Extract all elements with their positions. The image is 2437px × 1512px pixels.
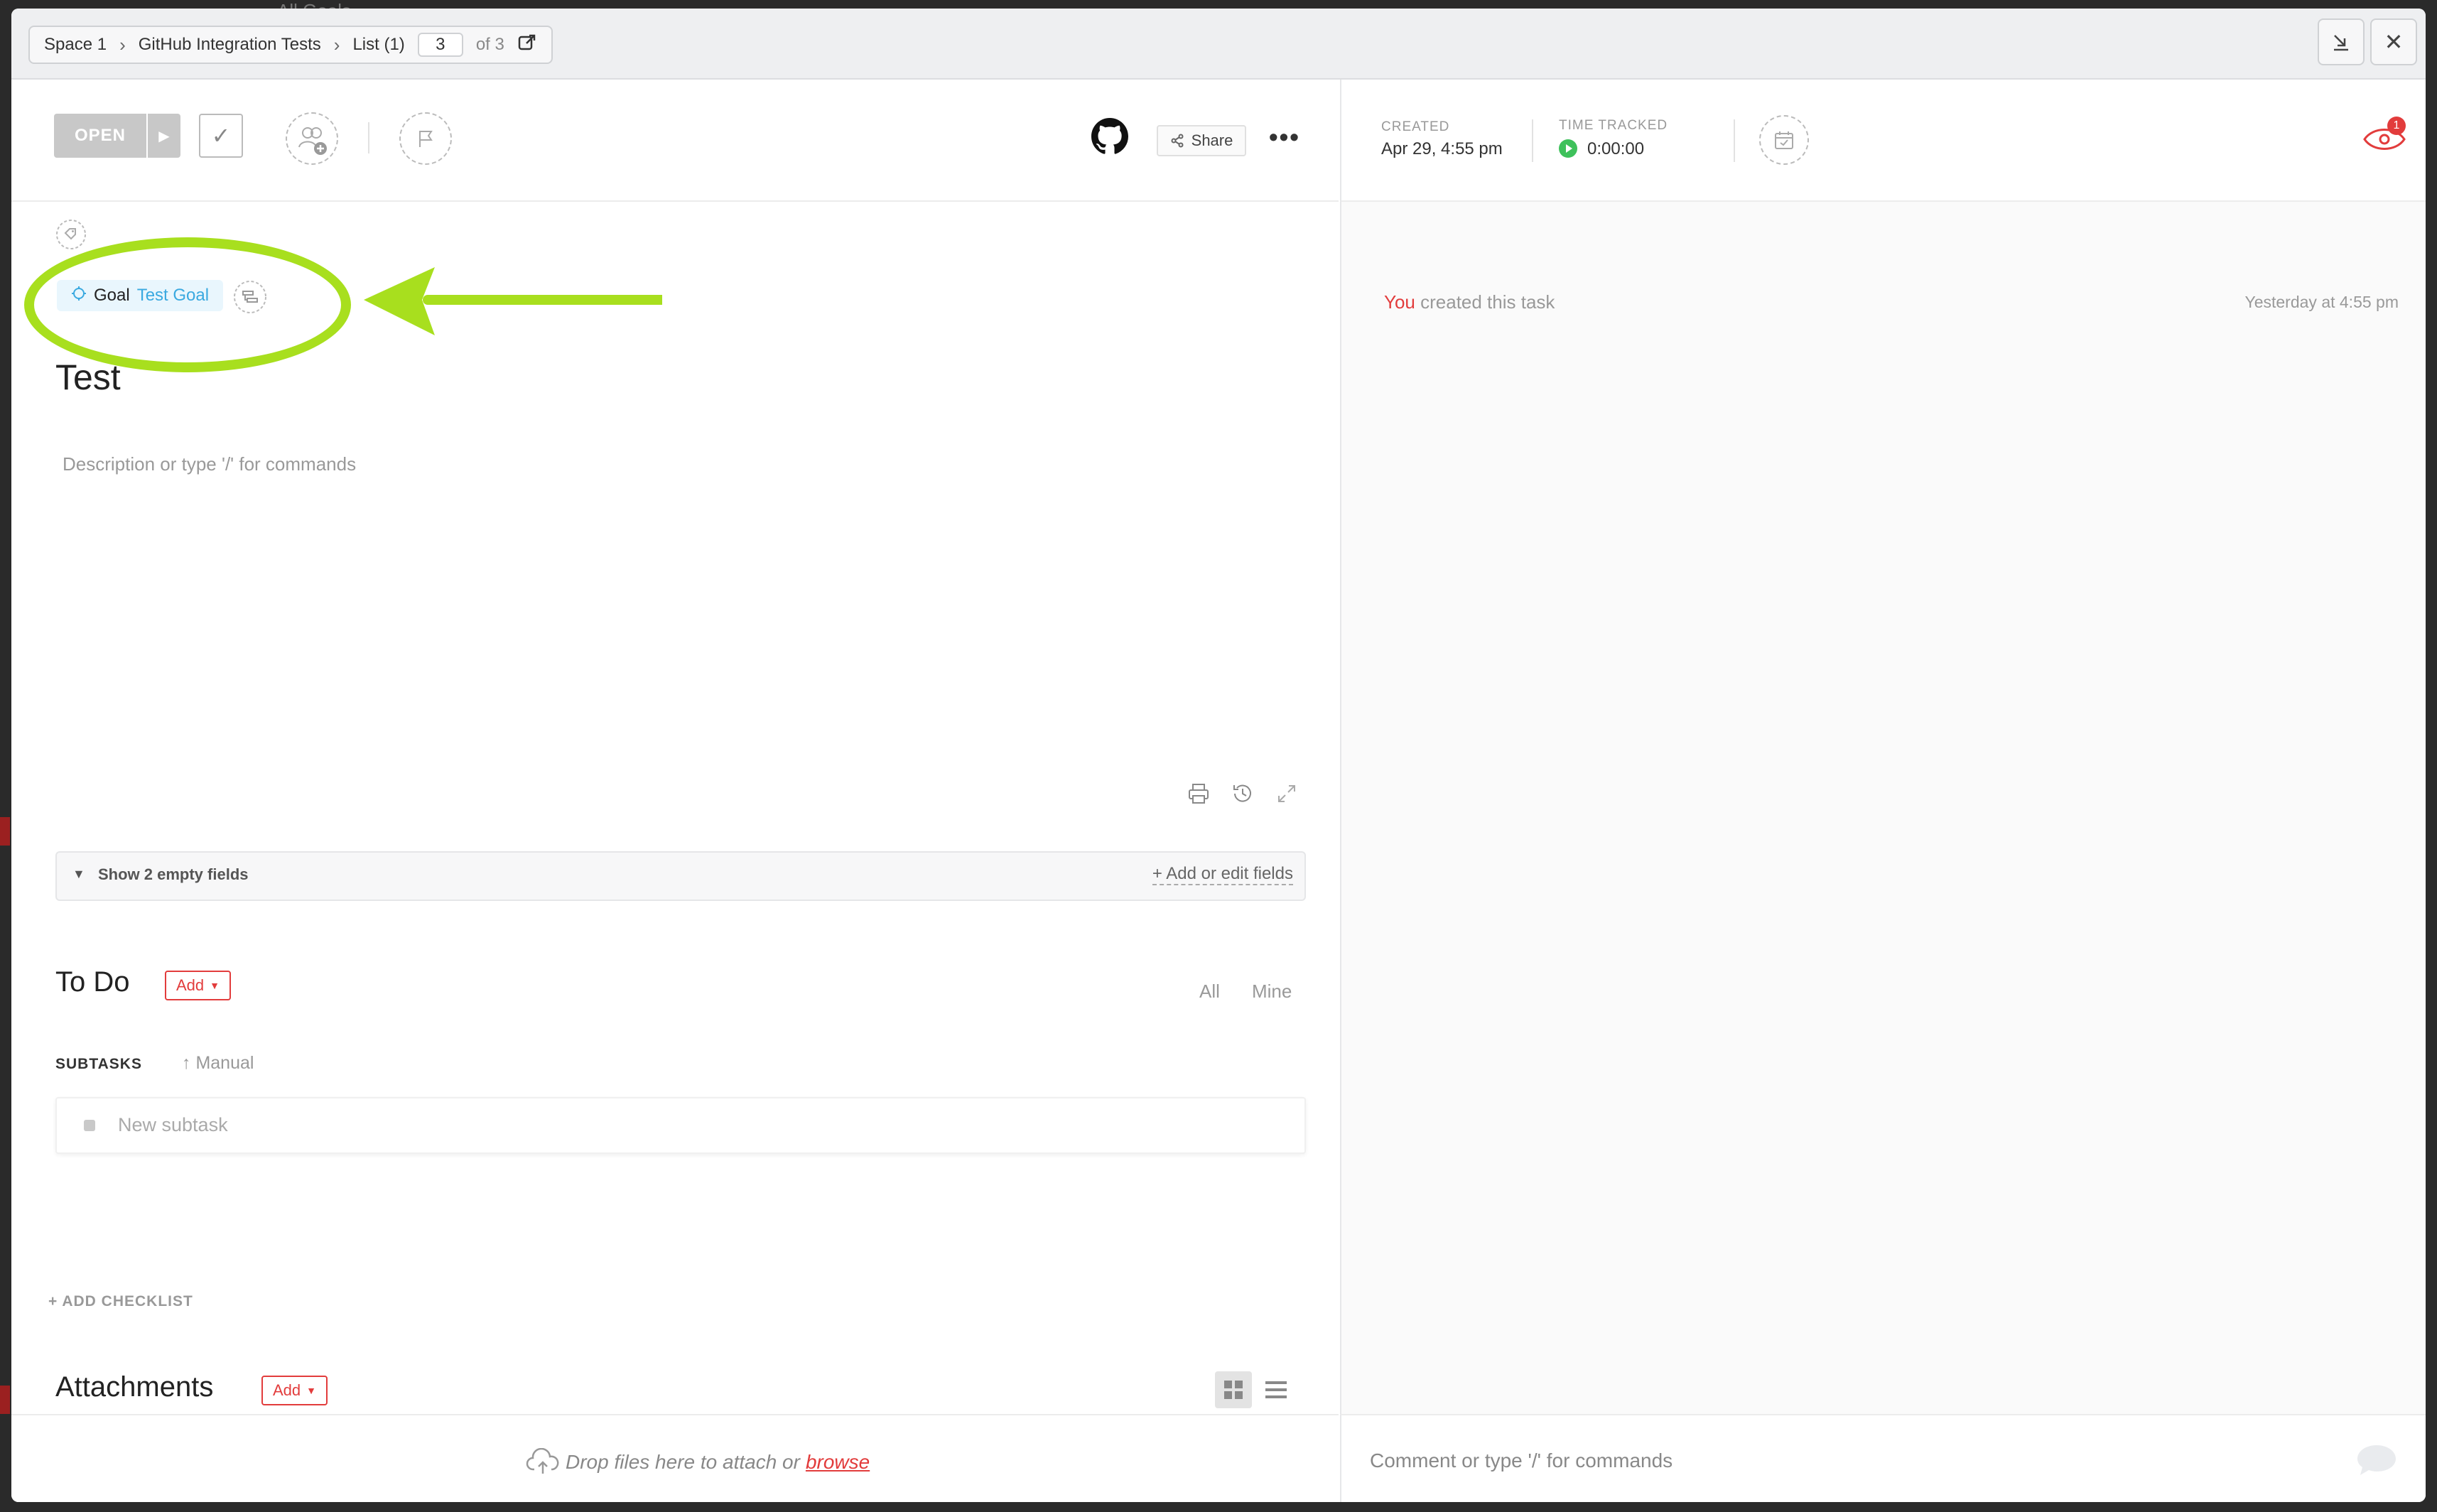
close-icon: ✕ bbox=[2384, 29, 2404, 55]
time-tracked-label: TIME TRACKED bbox=[1559, 118, 1668, 133]
flag-icon bbox=[419, 131, 433, 147]
task-index-total: of 3 bbox=[475, 35, 504, 54]
due-date-button[interactable] bbox=[1759, 115, 1809, 165]
assignee-button[interactable] bbox=[286, 112, 338, 165]
tag-icon[interactable] bbox=[55, 219, 87, 250]
attachments-add-label: Add bbox=[273, 1381, 301, 1399]
complete-checkbox[interactable]: ✓ bbox=[199, 114, 243, 158]
subtasks-label: SUBTASKS bbox=[55, 1056, 142, 1072]
close-button[interactable]: ✕ bbox=[2370, 18, 2417, 65]
grid-view-button[interactable] bbox=[1215, 1371, 1252, 1408]
attachments-title: Attachments bbox=[55, 1371, 214, 1403]
activity-pane: CREATED Apr 29, 4:55 pm TIME TRACKED 0:0… bbox=[1340, 80, 2426, 1414]
task-main-pane: OPEN ▶ ✓ Share ••• Goal Test Goal Test D… bbox=[11, 80, 1339, 1414]
divider bbox=[1734, 119, 1735, 162]
add-checklist-button[interactable]: + ADD CHECKLIST bbox=[48, 1293, 193, 1310]
todo-add-button[interactable]: Add ▼ bbox=[165, 971, 232, 1000]
sort-manual[interactable]: ↑ Manual bbox=[182, 1053, 254, 1074]
background-accent bbox=[0, 1386, 10, 1414]
drop-files-label: Drop files here to attach or bbox=[566, 1451, 800, 1473]
share-icon bbox=[1171, 134, 1184, 148]
list-view-button[interactable] bbox=[1260, 1374, 1292, 1405]
grid-icon bbox=[1224, 1381, 1243, 1399]
play-timer-icon[interactable] bbox=[1559, 139, 1577, 158]
task-modal: Space 1 › GitHub Integration Tests › Lis… bbox=[11, 9, 2426, 1502]
created-label: CREATED bbox=[1381, 119, 1450, 134]
breadcrumb-list[interactable]: List (1) bbox=[352, 35, 404, 55]
github-icon[interactable] bbox=[1091, 118, 1128, 155]
arrow-up-icon: ↑ bbox=[182, 1053, 191, 1073]
new-subtask-placeholder: New subtask bbox=[118, 1114, 228, 1135]
breadcrumb-space[interactable]: Space 1 bbox=[44, 35, 107, 55]
chevron-right-icon: › bbox=[333, 33, 340, 55]
empty-fields-toggle[interactable]: ▼ Show 2 empty fields + Add or edit fiel… bbox=[55, 851, 1306, 901]
comment-box: Comment or type '/' for commands bbox=[1340, 1414, 2426, 1502]
meta-header: CREATED Apr 29, 4:55 pm TIME TRACKED 0:0… bbox=[1341, 80, 2426, 202]
status-next-button[interactable]: ▶ bbox=[148, 114, 180, 158]
status-button[interactable]: OPEN bbox=[54, 114, 146, 158]
share-label: Share bbox=[1191, 131, 1233, 149]
cloud-upload-icon bbox=[526, 1448, 559, 1474]
activity-item: You created this task bbox=[1384, 291, 1555, 313]
attachment-dropzone[interactable]: Drop files here to attach or browse bbox=[11, 1414, 1339, 1502]
divider bbox=[368, 122, 369, 153]
priority-button[interactable] bbox=[399, 112, 452, 165]
description-editor[interactable]: Description or type '/' for commands bbox=[63, 453, 356, 475]
activity-text: created this task bbox=[1420, 291, 1555, 313]
filter-all[interactable]: All bbox=[1199, 981, 1220, 1003]
print-icon[interactable] bbox=[1187, 782, 1211, 806]
todo-title: To Do bbox=[55, 966, 130, 998]
caret-right-icon: ▶ bbox=[158, 128, 170, 144]
annotation-highlight-ellipse bbox=[24, 237, 351, 372]
check-icon: ✓ bbox=[211, 123, 231, 148]
status-square-icon bbox=[84, 1120, 95, 1131]
expand-icon[interactable] bbox=[1275, 782, 1299, 806]
caret-down-icon: ▼ bbox=[72, 867, 85, 881]
description-tools bbox=[1187, 782, 1299, 806]
empty-fields-label: Show 2 empty fields bbox=[98, 865, 249, 883]
breadcrumb-folder[interactable]: GitHub Integration Tests bbox=[139, 35, 321, 55]
add-edit-fields-link[interactable]: + Add or edit fields bbox=[1152, 864, 1293, 885]
share-button[interactable]: Share bbox=[1157, 125, 1246, 156]
history-icon[interactable] bbox=[1231, 782, 1255, 806]
more-options-button[interactable]: ••• bbox=[1269, 122, 1300, 152]
ellipsis-icon: ••• bbox=[1269, 122, 1300, 151]
activity-actor[interactable]: You bbox=[1384, 291, 1415, 313]
todo-add-label: Add bbox=[176, 976, 205, 994]
created-value: Apr 29, 4:55 pm bbox=[1381, 139, 1503, 158]
activity-timestamp: Yesterday at 4:55 pm bbox=[2244, 293, 2399, 311]
attachments-add-button[interactable]: Add ▼ bbox=[261, 1376, 328, 1405]
time-tracked-value: 0:00:00 bbox=[1587, 139, 1645, 158]
calendar-icon bbox=[1775, 131, 1793, 149]
modal-topbar: Space 1 › GitHub Integration Tests › Lis… bbox=[11, 9, 2426, 80]
browse-link[interactable]: browse bbox=[806, 1451, 870, 1474]
task-index-input[interactable]: 3 bbox=[417, 33, 463, 57]
caret-down-icon: ▼ bbox=[306, 1385, 317, 1396]
watchers-count-badge: 1 bbox=[2387, 117, 2406, 135]
chat-bubble-icon[interactable] bbox=[2355, 1442, 2399, 1478]
breadcrumb: Space 1 › GitHub Integration Tests › Lis… bbox=[28, 26, 553, 64]
minimize-icon bbox=[2334, 35, 2348, 51]
task-header-toolbar: OPEN ▶ ✓ Share ••• bbox=[11, 80, 1339, 202]
open-in-new-icon[interactable] bbox=[517, 33, 537, 58]
caret-down-icon: ▼ bbox=[210, 980, 220, 991]
divider bbox=[1532, 119, 1533, 162]
sort-label: Manual bbox=[195, 1053, 254, 1073]
task-title[interactable]: Test bbox=[55, 357, 121, 398]
add-assignee-icon bbox=[298, 127, 327, 155]
new-subtask-input[interactable]: New subtask bbox=[55, 1097, 1306, 1154]
minimize-button[interactable] bbox=[2318, 18, 2365, 65]
background-accent bbox=[0, 817, 10, 846]
filter-mine[interactable]: Mine bbox=[1252, 981, 1292, 1003]
dropzone-text: Drop files here to attach or browse bbox=[526, 1448, 870, 1476]
list-icon bbox=[1265, 1381, 1287, 1398]
comment-input[interactable]: Comment or type '/' for commands bbox=[1370, 1449, 1673, 1472]
chevron-right-icon: › bbox=[119, 33, 126, 55]
annotation-arrow-icon bbox=[364, 267, 662, 335]
